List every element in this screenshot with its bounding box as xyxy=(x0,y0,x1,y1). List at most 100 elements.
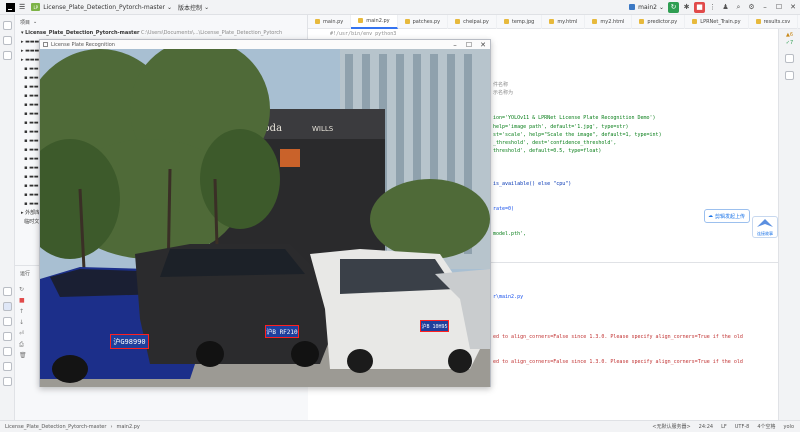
file-icon xyxy=(639,19,645,24)
gear-icon[interactable]: ⚙ xyxy=(746,2,757,13)
detection-photo: Pagoda WILLS xyxy=(40,49,490,387)
editor-tab[interactable]: patches.py xyxy=(398,14,449,29)
hamburger-icon[interactable]: ☰ xyxy=(19,3,25,11)
editor-tab[interactable]: results.csv xyxy=(749,14,799,29)
minimize-button[interactable]: – xyxy=(758,3,772,11)
python-packages-icon[interactable] xyxy=(3,287,12,296)
editor-tab-label: results.csv xyxy=(763,18,791,25)
run-icon[interactable]: ↻ xyxy=(19,284,27,295)
plate-box-2: 沪B RF210 xyxy=(265,325,299,338)
run-config-name: main2 xyxy=(638,3,657,11)
services-icon[interactable] xyxy=(3,377,12,386)
wrap-icon[interactable]: ⏎ xyxy=(19,328,27,339)
project-panel-title: 项目 xyxy=(20,19,31,26)
warning-count[interactable]: ▲6 xyxy=(779,32,800,38)
terminal-icon[interactable] xyxy=(3,347,12,356)
server-status[interactable]: <无默认服务器> xyxy=(652,423,690,430)
chevron-down-icon: ⌄ xyxy=(204,3,210,11)
floating-send-label: 连接故事 xyxy=(757,231,773,236)
notifications-icon[interactable] xyxy=(785,54,794,63)
scroll-down-icon[interactable]: ↓ xyxy=(19,317,27,328)
floating-send-widget[interactable]: 连接故事 xyxy=(752,216,778,238)
plate-box-1: 沪G98990 xyxy=(110,334,149,349)
more-icon[interactable]: ⋮ xyxy=(707,2,718,13)
editor-tab-label: my.html xyxy=(557,18,578,25)
breadcrumb-separator: › xyxy=(110,423,113,430)
indent-setting[interactable]: 4个空格 xyxy=(757,423,775,430)
problems-icon[interactable] xyxy=(3,332,12,341)
title-bar: ☰ LP License_Plate_Detection_Pytorch-mas… xyxy=(0,0,800,15)
maximize-button[interactable]: ☐ xyxy=(772,3,786,11)
editor-tab-label: main.py xyxy=(323,18,344,25)
line-separator[interactable]: LF xyxy=(721,424,727,430)
more-tools-icon[interactable] xyxy=(3,51,12,60)
editor-tab[interactable]: main2.py xyxy=(351,14,398,29)
tree-root[interactable]: ▾ License_Plate_Detection_Pytorch-master… xyxy=(21,29,307,38)
app-logo-icon xyxy=(6,2,15,12)
editor-tab[interactable]: LPRNet_Train.py xyxy=(685,14,749,29)
debug-icon[interactable]: ✱ xyxy=(681,2,692,13)
external-libs-label: 外部库 xyxy=(25,210,41,216)
git-icon[interactable] xyxy=(3,362,12,371)
right-tool-strip: ▲6 ✓7 xyxy=(778,29,800,420)
image-window-close[interactable]: ✕ xyxy=(476,41,490,49)
image-window-title: License Plate Recognition xyxy=(51,41,115,48)
console-line: ed to align_corners=False since 1.3.0. P… xyxy=(493,359,743,365)
vcs-menu[interactable]: 版本控制 ⌄ xyxy=(175,0,212,15)
editor-tab[interactable]: my.html xyxy=(542,14,586,29)
code-line: 示名称为 xyxy=(493,90,514,96)
cloud-icon: ☁ xyxy=(708,213,713,219)
search-icon[interactable]: ⌕ xyxy=(733,2,744,13)
chevron-down-icon[interactable]: ⌄ xyxy=(33,19,37,25)
structure-tool-icon[interactable] xyxy=(3,36,12,45)
file-encoding[interactable]: UTF-8 xyxy=(735,424,750,430)
console-line: ed to align_corners=False since 1.3.0. P… xyxy=(493,334,743,340)
editor-tab[interactable]: predictor.py xyxy=(632,14,686,29)
console-line: r\main2.py xyxy=(493,294,524,300)
trash-icon[interactable]: 🗑 xyxy=(19,350,27,361)
send-arrow-icon xyxy=(757,219,773,227)
close-button[interactable]: ✕ xyxy=(786,3,800,11)
floating-upload-widget[interactable]: ☁ 剪辑发起上传 xyxy=(704,209,750,223)
project-switcher[interactable]: LP License_Plate_Detection_Pytorch-maste… xyxy=(28,0,175,15)
ok-count[interactable]: ✓7 xyxy=(779,40,800,46)
editor-tab-label: patches.py xyxy=(412,18,441,25)
run-panel-title: 运行 xyxy=(20,270,31,277)
editor-tabs: main.py main2.py patches.py cheipai.py temp.… xyxy=(308,14,800,29)
python-icon xyxy=(629,4,636,10)
python-console-icon[interactable] xyxy=(3,317,12,326)
print-icon[interactable]: ⎙ xyxy=(19,339,27,350)
window-icon xyxy=(43,42,48,47)
file-icon xyxy=(503,19,509,24)
main-menu[interactable]: ☰ xyxy=(0,0,28,15)
editor-tab-label: LPRNet_Train.py xyxy=(700,18,741,25)
breadcrumb-file[interactable]: main2.py xyxy=(116,424,139,430)
stop-small-icon[interactable]: ■ xyxy=(19,295,27,306)
image-window-maximize[interactable]: ☐ xyxy=(462,41,476,49)
editor-tab[interactable]: cheipai.py xyxy=(448,14,497,29)
code-line: model.pth', xyxy=(493,231,527,237)
interpreter[interactable]: yolo xyxy=(784,424,794,430)
file-icon xyxy=(358,18,364,23)
collab-icon[interactable]: ♟ xyxy=(720,2,731,13)
editor-tab[interactable]: temp.jpg xyxy=(497,14,543,29)
cursor-position[interactable]: 24:24 xyxy=(699,424,713,430)
ai-assistant-icon[interactable] xyxy=(785,71,794,80)
run-tool-icon[interactable] xyxy=(3,302,12,311)
project-name: License_Plate_Detection_Pytorch-master xyxy=(43,3,166,11)
editor-tab[interactable]: my2.html xyxy=(585,14,633,29)
editor-tab[interactable]: main.py xyxy=(308,14,352,29)
project-tool-icon[interactable] xyxy=(3,21,12,30)
code-line: threshold', default=0.5, type=float) xyxy=(493,148,602,154)
scroll-up-icon[interactable]: ↑ xyxy=(19,306,27,317)
image-window-minimize[interactable]: – xyxy=(448,41,462,49)
run-config-selector[interactable]: main2 ⌄ xyxy=(626,0,667,15)
status-bar: License_Plate_Detection_Pytorch-master ›… xyxy=(0,420,800,432)
breadcrumb-project[interactable]: License_Plate_Detection_Pytorch-master xyxy=(5,424,106,430)
image-window[interactable]: License Plate Recognition – ☐ ✕ Pagoda W… xyxy=(39,39,491,387)
file-icon xyxy=(404,19,410,24)
vcs-label: 版本控制 xyxy=(178,4,203,12)
rerun-icon[interactable]: ↻ xyxy=(668,1,679,13)
project-panel-header: 项目 ⌄ xyxy=(15,15,307,29)
stop-icon[interactable]: ■ xyxy=(694,1,705,13)
